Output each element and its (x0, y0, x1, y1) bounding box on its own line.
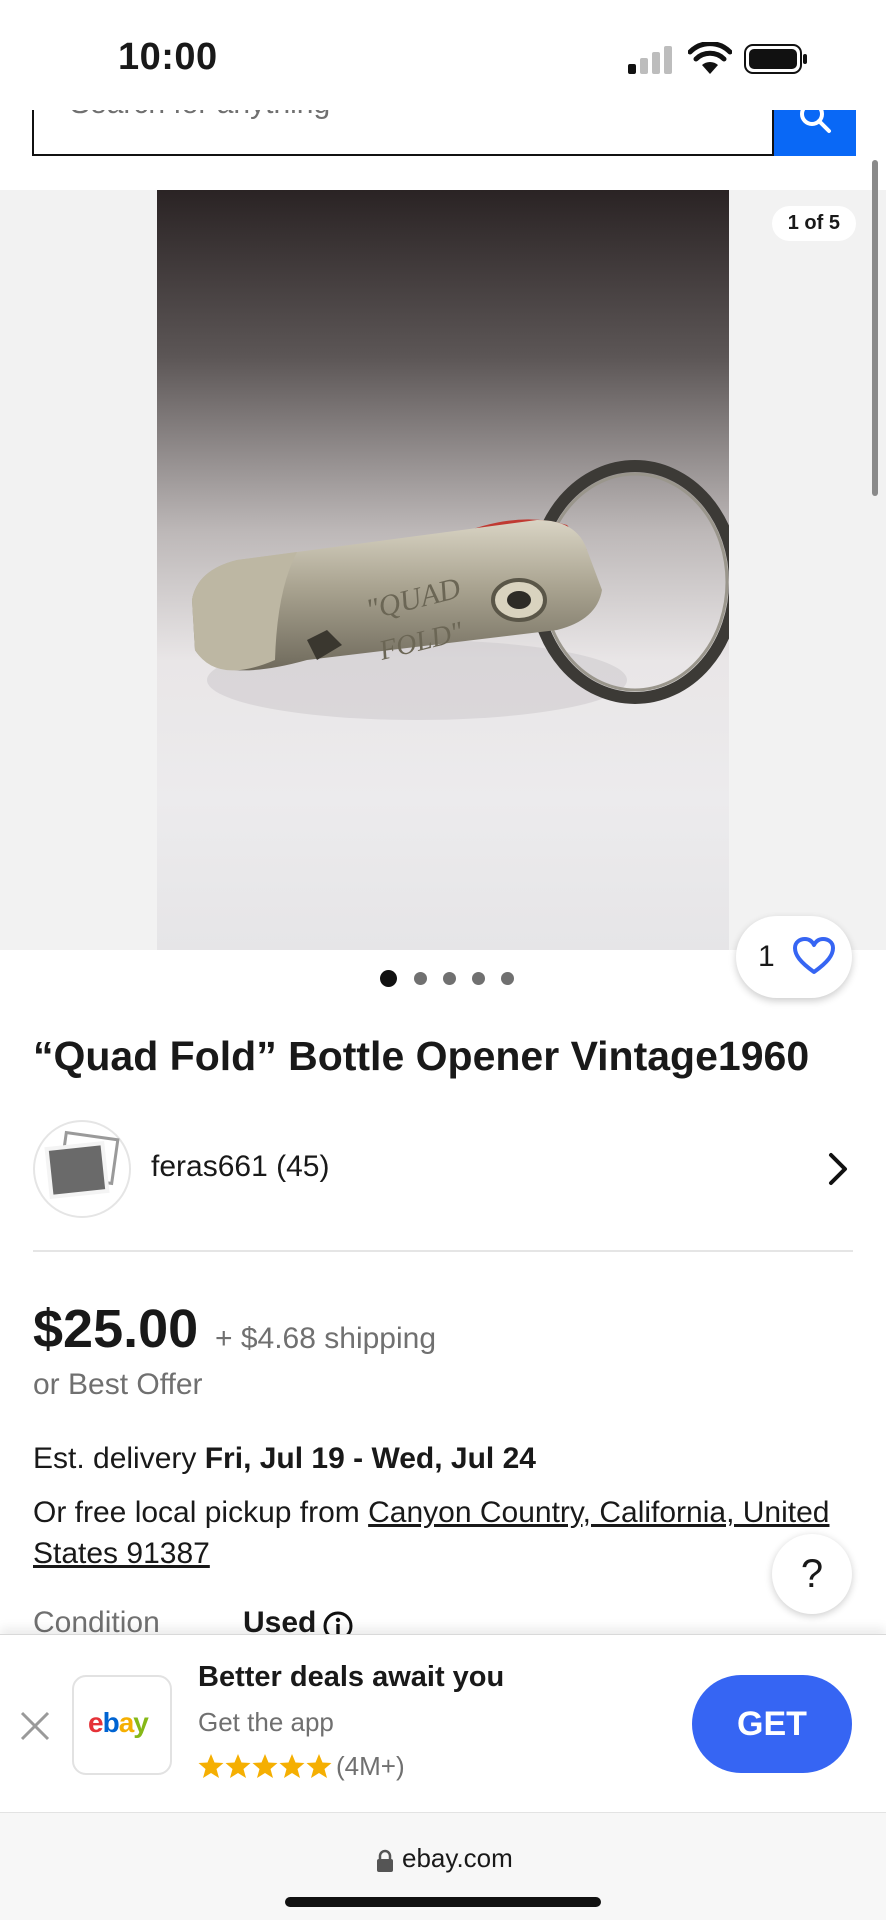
ebay-logo: ebay (88, 1707, 149, 1738)
wifi-icon (688, 42, 732, 74)
ebay-app-logo: ebay (72, 1675, 172, 1775)
star-icon (279, 1754, 305, 1778)
signal-icon (628, 46, 676, 74)
page-scrollbar[interactable] (872, 160, 878, 496)
pagination-dot[interactable] (443, 972, 456, 985)
search-bar: Search for anything (32, 102, 856, 156)
url-domain: ebay.com (402, 1843, 513, 1873)
seller-row[interactable]: feras661 (45) (33, 1118, 853, 1218)
image-gallery[interactable]: "QUAD FOLD" 1 of 5 (0, 190, 886, 950)
search-button[interactable] (774, 102, 856, 156)
seller-avatar (33, 1120, 131, 1218)
search-placeholder: Search for anything (70, 110, 330, 120)
image-counter: 1 of 5 (771, 206, 856, 241)
help-button[interactable]: ? (772, 1534, 852, 1614)
shipping-cost: + $4.68 shipping (215, 1322, 437, 1355)
watch-button[interactable]: 1 (736, 916, 852, 998)
best-offer-text: or Best Offer (33, 1368, 203, 1401)
rating-count: (4M+) (336, 1751, 405, 1781)
star-icon (225, 1754, 251, 1778)
star-icon (306, 1754, 332, 1778)
pickup-label: Or free local pickup from (33, 1496, 369, 1529)
battery-icon (744, 44, 807, 74)
pagination-dot[interactable] (501, 972, 514, 985)
divider (33, 1250, 853, 1252)
heart-icon (793, 937, 835, 974)
home-indicator (285, 1897, 601, 1907)
delivery-label: Est. delivery (33, 1442, 205, 1475)
photo-icon (44, 1130, 120, 1199)
star-icon (198, 1754, 224, 1778)
rating-stars (198, 1754, 332, 1778)
get-app-button[interactable]: GET (692, 1675, 852, 1773)
chevron-right-icon (829, 1153, 847, 1185)
estimated-delivery: Est. delivery Fri, Jul 19 - Wed, Jul 24 (33, 1442, 536, 1476)
bottle-opener-image: "QUAD FOLD" (192, 460, 729, 720)
banner-subtitle: Get the app (198, 1707, 334, 1737)
page: 10:00 Search for anything (0, 0, 886, 1920)
local-pickup: Or free local pickup from Canyon Country… (33, 1492, 833, 1574)
status-bar: 10:00 (0, 0, 886, 110)
price: $25.00 (33, 1299, 199, 1359)
close-icon[interactable] (18, 1709, 52, 1743)
banner-title: Better deals await you (198, 1661, 505, 1693)
product-photo[interactable]: "QUAD FOLD" (157, 190, 729, 950)
delivery-dates: Fri, Jul 19 - Wed, Jul 24 (204, 1442, 536, 1475)
pagination-dot[interactable] (380, 970, 397, 987)
pagination-dot[interactable] (414, 972, 427, 985)
lock-icon (377, 1849, 393, 1872)
star-icon (252, 1754, 278, 1778)
listing-title: “Quad Fold” Bottle Opener Vintage1960 (33, 1033, 810, 1079)
status-time: 10:00 (118, 36, 218, 78)
watch-count: 1 (758, 940, 775, 973)
app-download-banner: ebay Better deals await you Get the app … (0, 1634, 886, 1812)
pagination-dot[interactable] (472, 972, 485, 985)
browser-url-bar[interactable]: ebay.com (0, 1812, 886, 1920)
seller-name: feras661 (45) (151, 1150, 330, 1183)
search-input[interactable]: Search for anything (32, 110, 774, 156)
